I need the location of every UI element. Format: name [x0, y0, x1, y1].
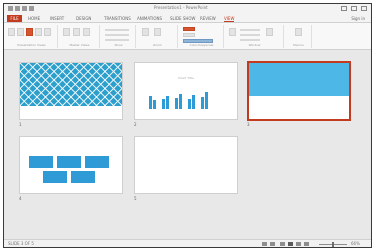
- ribbon: Presentation Views Master Views Show Zoo…: [4, 23, 371, 50]
- move-split-button[interactable]: [240, 39, 260, 41]
- notes-master-button[interactable]: [83, 28, 90, 36]
- start-slideshow-icon[interactable]: [29, 6, 34, 11]
- shape-box: [43, 171, 67, 183]
- reading-view-icon[interactable]: [296, 242, 301, 246]
- chart-bar: [188, 99, 191, 109]
- tab-home[interactable]: HOME: [28, 16, 40, 21]
- shape-box: [71, 171, 95, 183]
- group-label: Presentation Views: [17, 43, 46, 47]
- tab-transitions[interactable]: TRANSITIONS: [104, 16, 131, 21]
- group-label: Window: [248, 43, 261, 47]
- chart-bar: [179, 94, 182, 109]
- outline-view-button[interactable]: [17, 28, 24, 36]
- arrange-all-button[interactable]: [240, 29, 260, 31]
- macros-button[interactable]: [295, 28, 302, 36]
- slide-number: 1: [19, 122, 22, 127]
- zoom-slider-thumb[interactable]: [332, 242, 334, 247]
- chart-bar: [201, 97, 204, 109]
- chart-bar: [166, 96, 169, 109]
- gridlines-checkbox[interactable]: [105, 34, 129, 36]
- slide-thumbnail-5[interactable]: [134, 136, 238, 194]
- tab-review[interactable]: REVIEW: [200, 16, 216, 21]
- group-label: Macros: [293, 43, 304, 47]
- group-zoom: Zoom: [138, 25, 178, 48]
- tab-file[interactable]: FILE: [7, 15, 22, 22]
- group-show: Show: [102, 25, 136, 48]
- tab-animations[interactable]: ANIMATIONS: [137, 16, 162, 21]
- sign-in-link[interactable]: Sign in: [351, 16, 365, 21]
- shape-box: [85, 156, 109, 168]
- title-bar-shape: [249, 63, 349, 96]
- tab-view[interactable]: VIEW: [224, 16, 235, 22]
- slideshow-icon[interactable]: [304, 242, 309, 246]
- slide-sorter-area: 1 Chart Title 2 3 4 5: [4, 50, 371, 239]
- chart-bar: [153, 100, 156, 109]
- slide-thumbnail-2[interactable]: Chart Title: [134, 62, 238, 120]
- chart-bar: [149, 96, 152, 109]
- quick-access-toolbar: [8, 6, 34, 11]
- zoom-level[interactable]: 66%: [351, 241, 360, 246]
- window-controls: [341, 6, 367, 11]
- group-window: Window: [226, 25, 284, 48]
- group-label: Zoom: [153, 43, 162, 47]
- chart-bar: [192, 95, 195, 109]
- guides-checkbox[interactable]: [105, 39, 129, 41]
- group-color-grayscale: Color/Grayscale: [180, 25, 224, 48]
- slide-count-status: SLIDE 3 OF 5: [8, 241, 34, 246]
- group-label: Master Views: [69, 43, 90, 47]
- chart-bar: [175, 98, 178, 109]
- normal-view-icon[interactable]: [280, 242, 285, 246]
- new-window-button[interactable]: [229, 28, 236, 36]
- chart-bar: [162, 99, 165, 109]
- shape-box: [57, 156, 81, 168]
- shape-box: [29, 156, 53, 168]
- group-label: Color/Grayscale: [189, 43, 214, 47]
- powerpoint-window: Presentation1 - PowerPoint FILE HOME INS…: [3, 3, 372, 248]
- undo-icon[interactable]: [15, 6, 20, 11]
- cascade-button[interactable]: [240, 34, 260, 36]
- handout-master-button[interactable]: [73, 28, 80, 36]
- redo-icon[interactable]: [22, 6, 27, 11]
- pattern-background: [20, 63, 122, 106]
- normal-view-button[interactable]: [8, 28, 15, 36]
- slide-master-button[interactable]: [63, 28, 70, 36]
- zoom-button[interactable]: [142, 28, 149, 36]
- switch-windows-button[interactable]: [266, 28, 273, 36]
- maximize-icon[interactable]: [351, 6, 357, 11]
- slide-thumbnail-4[interactable]: [19, 136, 123, 194]
- slide-number: 2: [134, 122, 137, 127]
- grayscale-button[interactable]: [183, 33, 195, 37]
- tab-slide-show[interactable]: SLIDE SHOW: [170, 16, 195, 21]
- reading-view-button[interactable]: [44, 28, 51, 36]
- window-title: Presentation1 - PowerPoint: [154, 5, 208, 10]
- close-icon[interactable]: [361, 6, 367, 11]
- comments-icon[interactable]: [270, 242, 275, 246]
- minimize-icon[interactable]: [341, 6, 347, 11]
- chart-caption: Chart Title: [178, 76, 194, 80]
- group-label: Show: [114, 43, 123, 47]
- slide-thumbnail-3[interactable]: [247, 61, 351, 121]
- tab-design[interactable]: DESIGN: [76, 16, 91, 21]
- status-bar: SLIDE 3 OF 5 66%: [4, 239, 371, 247]
- fit-to-window-button[interactable]: [154, 28, 161, 36]
- group-master-views: Master Views: [60, 25, 100, 48]
- save-icon[interactable]: [8, 6, 13, 11]
- group-macros: Macros: [286, 25, 312, 48]
- ruler-checkbox[interactable]: [105, 29, 129, 31]
- slide-thumbnail-1[interactable]: [19, 62, 123, 120]
- title-bar: Presentation1 - PowerPoint: [4, 4, 371, 14]
- slide-number: 3: [247, 122, 250, 127]
- notes-icon[interactable]: [262, 242, 267, 246]
- notes-page-button[interactable]: [35, 28, 42, 36]
- chart-bar: [205, 92, 208, 109]
- ribbon-tabs: FILE HOME INSERT DESIGN TRANSITIONS ANIM…: [4, 14, 371, 23]
- tab-insert[interactable]: INSERT: [50, 16, 64, 21]
- slide-number: 5: [134, 196, 137, 201]
- color-button[interactable]: [183, 27, 195, 31]
- slide-sorter-icon[interactable]: [288, 242, 293, 246]
- group-presentation-views: Presentation Views: [6, 25, 58, 48]
- slide-number: 4: [19, 196, 22, 201]
- slide-sorter-button[interactable]: [26, 28, 33, 36]
